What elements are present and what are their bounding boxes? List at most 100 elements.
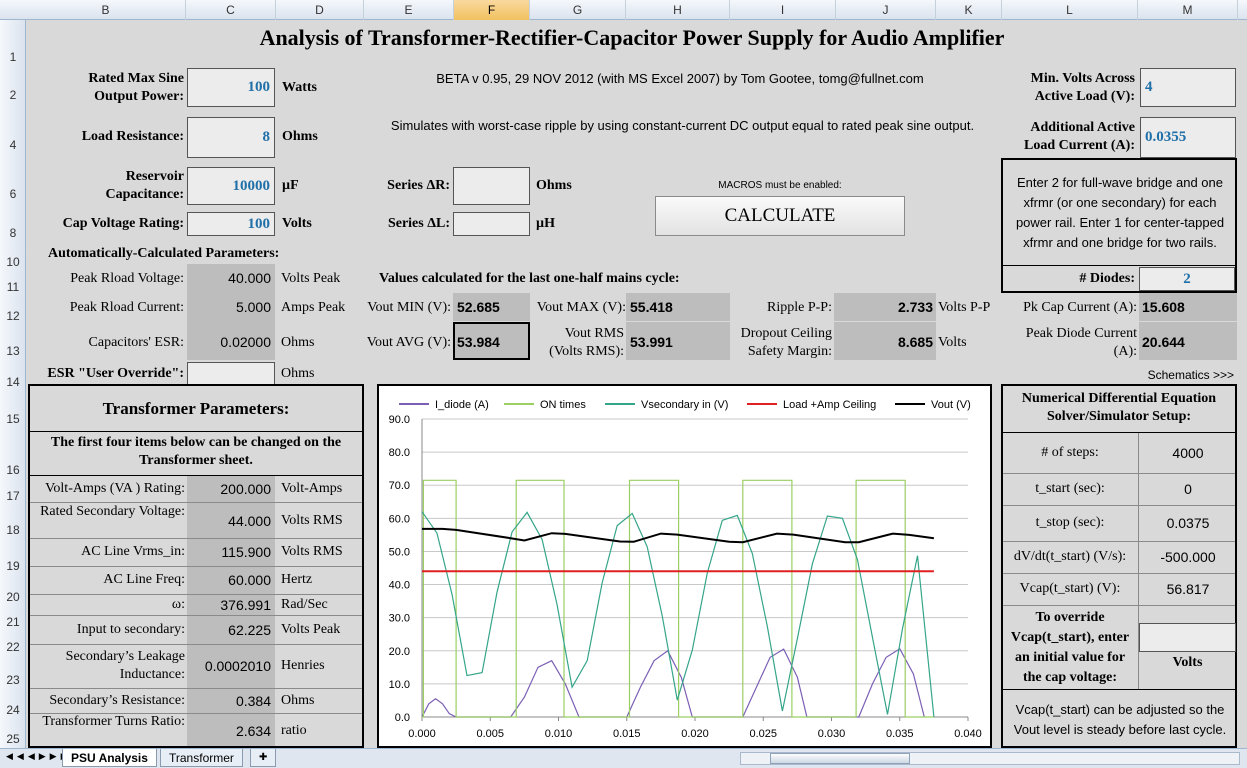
reservoir-input[interactable]: 10000	[187, 167, 275, 205]
scrollbar-thumb[interactable]	[770, 753, 910, 764]
row-header-11[interactable]: 11	[0, 280, 26, 294]
insert-sheet-icon[interactable]: ✚	[250, 749, 277, 767]
transformer-row-label: Volt-Amps (VA ) Rating:	[45, 481, 185, 496]
reservoir-unit: µF	[282, 178, 299, 193]
row-header-2[interactable]: 2	[0, 88, 26, 102]
column-header-d[interactable]: D	[276, 0, 364, 20]
ripple-unit: Volts P-P	[938, 300, 991, 315]
vout-max-value: 55.418	[630, 299, 673, 315]
solver-row-label: t_start (sec):	[1035, 481, 1105, 496]
solver-row-value: 4000	[1172, 445, 1204, 461]
peak-v-label: Peak Rload Voltage:	[70, 271, 184, 286]
row-header-25[interactable]: 25	[0, 732, 26, 746]
vcap-override-input[interactable]	[1139, 623, 1236, 652]
column-header-j[interactable]: J	[836, 0, 936, 20]
column-header-g[interactable]: G	[530, 0, 626, 20]
transformer-row-value: 44.000	[228, 512, 271, 529]
series-l-unit: µH	[536, 216, 555, 231]
row-header-4[interactable]: 4	[0, 138, 26, 152]
dropout-label: Dropout Ceiling Safety Margin:	[740, 326, 832, 359]
transformer-row-unit: Volt-Amps	[281, 481, 343, 496]
transformer-row-unit: Henries	[281, 658, 325, 673]
esr-override-input[interactable]	[187, 362, 275, 385]
legend-entry: Vout (V)	[931, 399, 971, 411]
column-header-b[interactable]: B	[26, 0, 186, 20]
rated-power-label: Rated Max Sine Output Power:	[88, 71, 184, 104]
series-line	[421, 647, 925, 718]
load-resistance-input[interactable]: 8	[187, 117, 275, 158]
row-header-12[interactable]: 12	[0, 309, 26, 323]
diode-divider	[1003, 265, 1235, 266]
y-tick-label: 40.0	[389, 580, 410, 592]
solver-row-label: # of steps:	[1041, 445, 1099, 460]
override-unit: Volts	[1172, 655, 1203, 670]
x-tick-label: 0.010	[545, 728, 573, 740]
column-header-f[interactable]: F	[454, 0, 530, 20]
column-header-h[interactable]: H	[626, 0, 730, 20]
row-header-19[interactable]: 19	[0, 559, 26, 573]
transformer-row-label: AC Line Freq:	[103, 572, 185, 587]
y-tick-label: 30.0	[389, 613, 410, 625]
transformer-row-unit: Ohms	[281, 692, 315, 708]
row-header-15[interactable]: 15	[0, 412, 26, 426]
cap-rating-input[interactable]: 100	[187, 212, 275, 236]
y-tick-label: 80.0	[389, 447, 410, 459]
row-header-1[interactable]: 1	[0, 50, 26, 64]
ripple-label: Ripple P-P:	[767, 300, 832, 315]
row-header: 1 2 4 6 8 10 11 12 13 14 15 16 17 18 19 20 21 22 23 24 25	[0, 20, 26, 748]
peak-i-unit: Amps Peak	[281, 300, 346, 315]
tab-transformer[interactable]: Transformer	[160, 749, 243, 767]
row-header-16[interactable]: 16	[0, 463, 26, 477]
row-header-18[interactable]: 18	[0, 523, 26, 537]
row-header-24[interactable]: 24	[0, 703, 26, 717]
transformer-row-value: 0.384	[235, 692, 271, 709]
transformer-row-label: Transformer Turns Ratio:	[42, 714, 185, 729]
row-header-23[interactable]: 23	[0, 673, 26, 687]
vout-max-label: Vout MAX (V):	[536, 300, 626, 315]
row-header-22[interactable]: 22	[0, 640, 26, 654]
row-header-10[interactable]: 10	[0, 255, 26, 269]
row-header-21[interactable]: 21	[0, 615, 26, 629]
row-header-17[interactable]: 17	[0, 489, 26, 503]
schematics-link[interactable]: Schematics >>>	[1110, 366, 1234, 384]
transformer-row-unit: Volts Peak	[281, 622, 341, 637]
diodes-input[interactable]: 2	[1139, 267, 1235, 291]
column-header-m[interactable]: M	[1138, 0, 1238, 20]
solver-row-label: t_stop (sec):	[1035, 515, 1105, 530]
min-volts-input[interactable]: 4	[1140, 68, 1236, 107]
row-header-14[interactable]: 14	[0, 375, 26, 389]
rated-power-input[interactable]: 100	[187, 68, 275, 107]
column-header: BCDEFGHIJKLM	[0, 0, 1247, 20]
row-header-20[interactable]: 20	[0, 590, 26, 604]
ripple-value: 2.733	[897, 299, 933, 315]
column-header-i[interactable]: I	[730, 0, 836, 20]
row-divider	[30, 538, 362, 539]
solver-note-divider	[1003, 689, 1235, 690]
sim-info: Simulates with worst-case ripple by usin…	[390, 118, 975, 133]
pk-diode-value: 20.644	[1142, 334, 1185, 350]
column-header-c[interactable]: C	[186, 0, 276, 20]
y-tick-label: 10.0	[389, 679, 410, 691]
row-header-6[interactable]: 6	[0, 187, 26, 201]
cap-rating-label: Cap Voltage Rating:	[62, 216, 184, 231]
row-header-8[interactable]: 8	[0, 226, 26, 240]
vout-avg-value: 53.984	[457, 334, 500, 350]
add-current-input[interactable]: 0.0355	[1140, 117, 1236, 158]
solver-row-value[interactable]: 0.0375	[1140, 514, 1236, 532]
vout-min-label: Vout MIN (V):	[367, 300, 451, 315]
series-l-input[interactable]	[453, 212, 530, 236]
transformer-row-value: 62.225	[228, 622, 271, 638]
column-header-l[interactable]: L	[1002, 0, 1138, 20]
column-header-e[interactable]: E	[364, 0, 454, 20]
transformer-row-value: 376.991	[220, 596, 271, 613]
series-r-input[interactable]	[453, 167, 530, 205]
tab-psu-analysis[interactable]: PSU Analysis	[62, 749, 157, 767]
solver-row-value: -500.000	[1160, 549, 1216, 565]
calculate-button[interactable]: CALCULATE	[655, 196, 905, 236]
column-header-k[interactable]: K	[936, 0, 1002, 20]
legend-entry: Load +Amp Ceiling	[783, 399, 876, 411]
peak-v-unit: Volts Peak	[281, 271, 341, 286]
row-header-13[interactable]: 13	[0, 344, 26, 358]
transformer-row-label: Rated Secondary Voltage:	[40, 504, 185, 519]
x-tick-label: 0.005	[476, 728, 504, 740]
